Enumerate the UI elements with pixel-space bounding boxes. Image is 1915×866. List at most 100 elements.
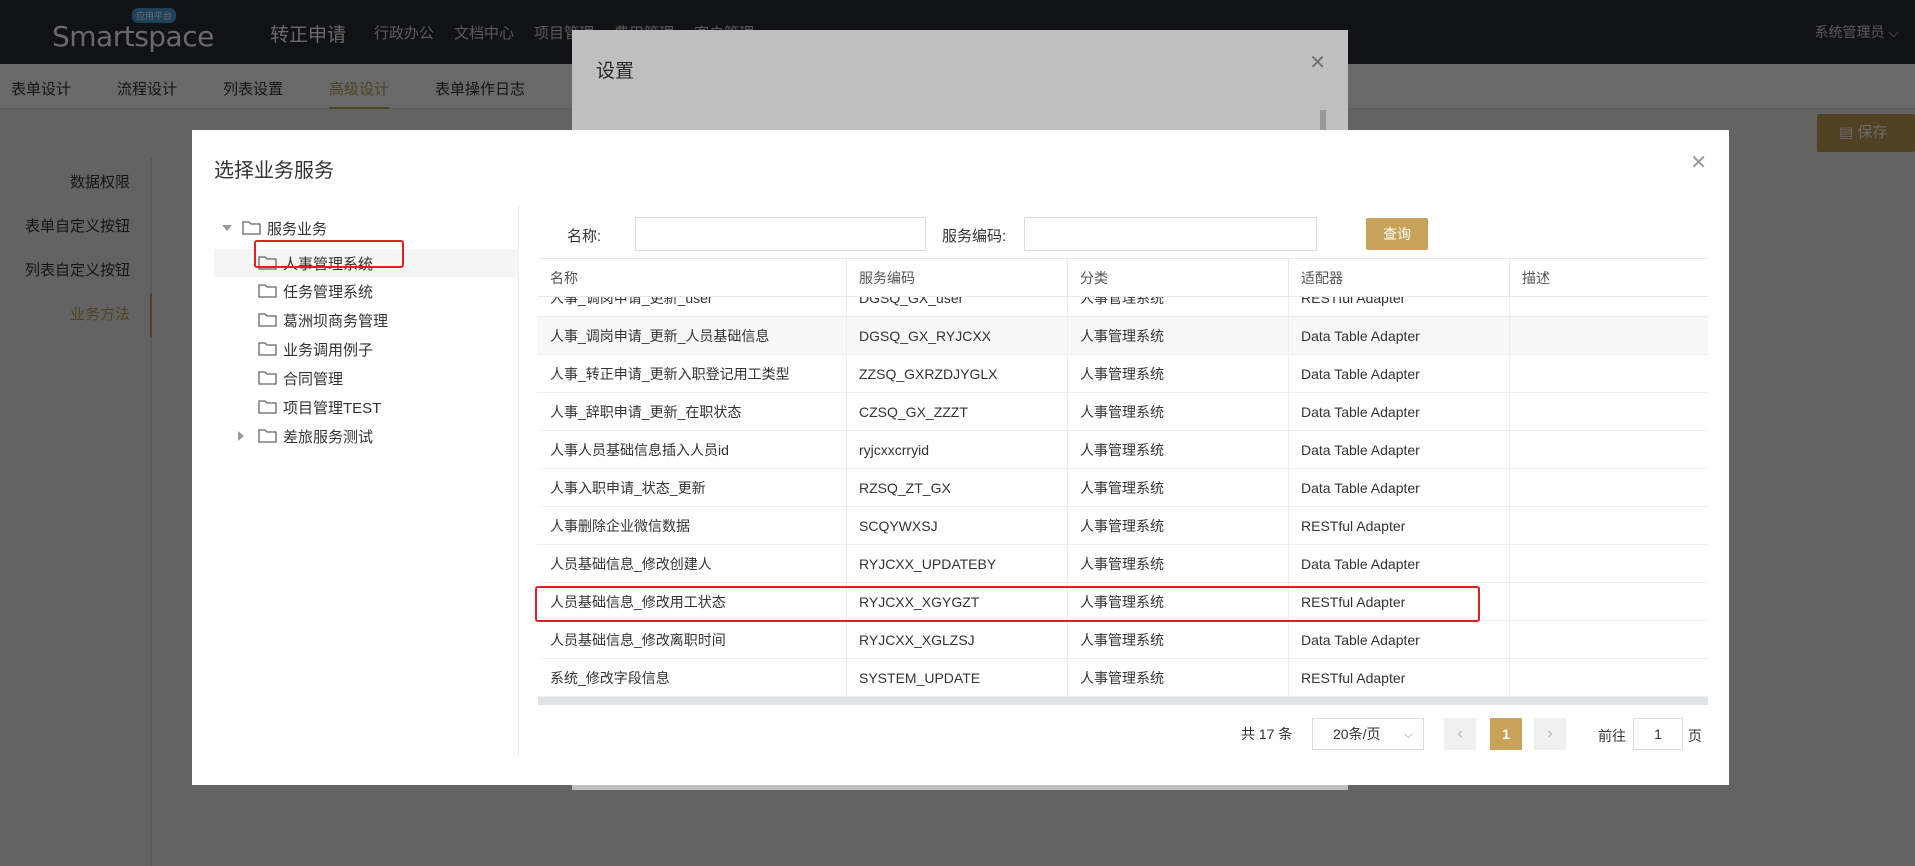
cell-category: 人事管理系统 xyxy=(1068,469,1289,507)
page-size-select[interactable]: 20条/页 ⌵ xyxy=(1312,718,1424,750)
folder-icon xyxy=(258,370,278,386)
cell-adapter: Data Table Adapter xyxy=(1289,393,1510,431)
table-row[interactable]: 人员基础信息_修改创建人 RYJCXX_UPDATEBY 人事管理系统 Data… xyxy=(538,545,1708,583)
cell-name: 人事人员基础信息插入人员id xyxy=(538,431,847,469)
cell-desc xyxy=(1510,545,1708,583)
service-table: 人事_调岗申请_更新_user DGSQ_GX_user 人事管理系统 REST… xyxy=(538,258,1708,703)
cell-category: 人事管理系统 xyxy=(1068,431,1289,469)
cell-name: 人事_转正申请_更新入职登记用工类型 xyxy=(538,355,847,393)
table-row[interactable]: 人事人员基础信息插入人员id ryjcxxcrryid 人事管理系统 Data … xyxy=(538,431,1708,469)
tree-label: 任务管理系统 xyxy=(283,283,374,301)
tree-label: 合同管理 xyxy=(283,370,344,388)
cell-category: 人事管理系统 xyxy=(1068,393,1289,431)
cell-name: 人员基础信息_修改离职时间 xyxy=(538,621,847,659)
column-header-name[interactable]: 名称 xyxy=(538,259,847,297)
cell-desc xyxy=(1510,469,1708,507)
cell-name: 人事_调岗申请_更新_人员基础信息 xyxy=(538,317,847,355)
cell-name: 人事_辞职申请_更新_在职状态 xyxy=(538,393,847,431)
cell-name: 人事删除企业微信数据 xyxy=(538,507,847,545)
cell-name: 人事入职申请_状态_更新 xyxy=(538,469,847,507)
cell-adapter: Data Table Adapter xyxy=(1289,469,1510,507)
cell-adapter: Data Table Adapter xyxy=(1289,545,1510,583)
cell-name: 人员基础信息_修改创建人 xyxy=(538,545,847,583)
tree-item[interactable]: 项目管理TEST xyxy=(214,393,519,421)
service-code-label: 服务编码: xyxy=(942,228,1007,245)
folder-icon xyxy=(258,312,278,328)
cell-code: SYSTEM_UPDATE xyxy=(847,659,1068,697)
cell-desc xyxy=(1510,583,1708,621)
page-size-value: 20条/页 xyxy=(1333,726,1381,742)
dialog-title: 选择业务服务 xyxy=(214,160,334,182)
cell-category: 人事管理系统 xyxy=(1068,659,1289,697)
query-button[interactable]: 查询 xyxy=(1366,218,1428,250)
column-header-adapter[interactable]: 适配器 xyxy=(1289,259,1510,297)
cell-category: 人事管理系统 xyxy=(1068,317,1289,355)
tree-item[interactable]: 差旅服务测试 xyxy=(214,422,519,450)
cell-code: CZSQ_GX_ZZZT xyxy=(847,393,1068,431)
cell-adapter: Data Table Adapter xyxy=(1289,355,1510,393)
table-row[interactable]: 人事_辞职申请_更新_在职状态 CZSQ_GX_ZZZT 人事管理系统 Data… xyxy=(538,393,1708,431)
next-page-button[interactable]: › xyxy=(1534,718,1566,750)
cell-adapter: Data Table Adapter xyxy=(1289,317,1510,355)
caret-down-icon[interactable] xyxy=(222,225,232,231)
cell-desc xyxy=(1510,317,1708,355)
folder-icon xyxy=(258,341,278,357)
cell-code: ryjcxxcrryid xyxy=(847,431,1068,469)
pagination-total: 共 17 条 xyxy=(1241,726,1293,742)
page-suffix-label: 页 xyxy=(1688,728,1702,744)
cell-code: RYJCXX_XGLZSJ xyxy=(847,621,1068,659)
current-page-button[interactable]: 1 xyxy=(1490,718,1522,750)
cell-desc xyxy=(1510,355,1708,393)
cell-adapter: Data Table Adapter xyxy=(1289,431,1510,469)
tree-item[interactable]: 合同管理 xyxy=(214,364,519,392)
tree-item[interactable]: 业务调用例子 xyxy=(214,335,519,363)
cell-code: RYJCXX_UPDATEBY xyxy=(847,545,1068,583)
cell-code: RZSQ_ZT_GX xyxy=(847,469,1068,507)
cell-code: ZZSQ_GXRZDJYGLX xyxy=(847,355,1068,393)
column-header-category[interactable]: 分类 xyxy=(1068,259,1289,297)
table-row[interactable]: 人事_转正申请_更新入职登记用工类型 ZZSQ_GXRZDJYGLX 人事管理系… xyxy=(538,355,1708,393)
cell-desc xyxy=(1510,621,1708,659)
goto-label: 前往 xyxy=(1598,728,1626,744)
table-row[interactable]: 人事删除企业微信数据 SCQYWXSJ 人事管理系统 RESTful Adapt… xyxy=(538,507,1708,545)
prev-page-button[interactable]: ‹ xyxy=(1444,718,1476,750)
caret-right-icon[interactable] xyxy=(238,431,244,441)
column-header-code[interactable]: 服务编码 xyxy=(847,259,1068,297)
cell-adapter: Data Table Adapter xyxy=(1289,621,1510,659)
cell-desc xyxy=(1510,659,1708,697)
table-row[interactable]: 人事入职申请_状态_更新 RZSQ_ZT_GX 人事管理系统 Data Tabl… xyxy=(538,469,1708,507)
cell-adapter: RESTful Adapter xyxy=(1289,507,1510,545)
tree-item[interactable]: 葛洲坝商务管理 xyxy=(214,306,519,334)
tree-root[interactable]: 服务业务 xyxy=(222,216,327,240)
cell-category: 人事管理系统 xyxy=(1068,545,1289,583)
service-tree: 服务业务 人事管理系统 任务管理系统 葛洲坝商务管理 业务调用例子 合同管理 项… xyxy=(214,206,519,756)
column-header-desc[interactable]: 描述 xyxy=(1510,259,1708,297)
cell-category: 人事管理系统 xyxy=(1068,355,1289,393)
table-row[interactable]: 人员基础信息_修改离职时间 RYJCXX_XGLZSJ 人事管理系统 Data … xyxy=(538,621,1708,659)
chevron-right-icon: › xyxy=(1547,725,1553,742)
name-label: 名称: xyxy=(567,228,602,245)
table-row[interactable]: 系统_修改字段信息 SYSTEM_UPDATE 人事管理系统 RESTful A… xyxy=(538,659,1708,697)
cell-category: 人事管理系统 xyxy=(1068,507,1289,545)
folder-icon xyxy=(258,428,278,444)
cell-desc xyxy=(1510,431,1708,469)
tree-label: 项目管理TEST xyxy=(283,399,382,417)
chevron-left-icon: ‹ xyxy=(1457,725,1463,742)
service-code-input[interactable] xyxy=(1024,217,1317,251)
cell-desc xyxy=(1510,507,1708,545)
highlight-box-row xyxy=(535,586,1480,622)
table-header: 名称 服务编码 分类 适配器 描述 xyxy=(538,259,1708,297)
tree-item[interactable]: 任务管理系统 xyxy=(214,277,519,305)
goto-page-input[interactable]: 1 xyxy=(1633,718,1683,750)
horizontal-scrollbar[interactable] xyxy=(538,697,1708,705)
chevron-down-icon: ⌵ xyxy=(1403,727,1413,741)
tree-label: 葛洲坝商务管理 xyxy=(283,312,389,330)
table-row[interactable]: 人事_调岗申请_更新_人员基础信息 DGSQ_GX_RYJCXX 人事管理系统 … xyxy=(538,317,1708,355)
cell-desc xyxy=(1510,393,1708,431)
tree-label: 业务调用例子 xyxy=(283,341,374,359)
name-input[interactable] xyxy=(635,217,926,251)
close-icon[interactable]: ✕ xyxy=(1690,150,1707,175)
cell-code: DGSQ_GX_RYJCXX xyxy=(847,317,1068,355)
cell-category: 人事管理系统 xyxy=(1068,621,1289,659)
tree-label: 服务业务 xyxy=(267,220,328,238)
